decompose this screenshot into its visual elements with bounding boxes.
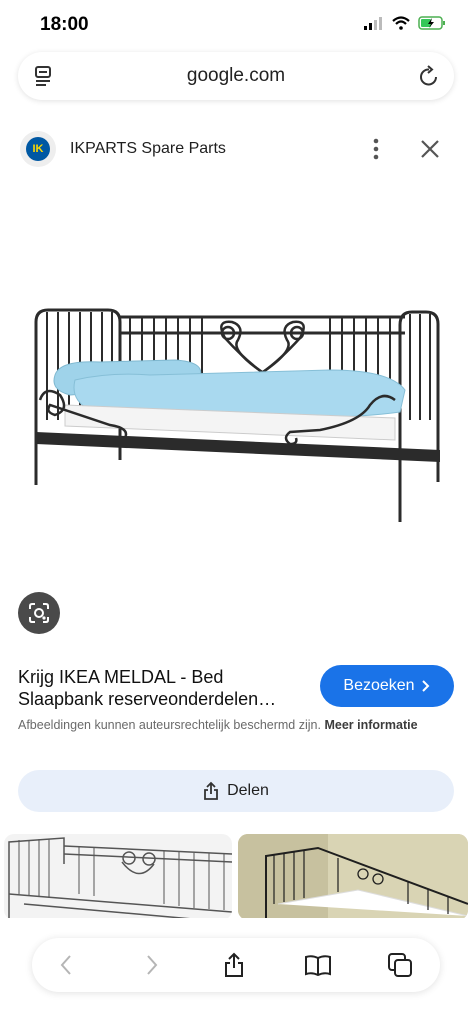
url-text[interactable]: google.com bbox=[18, 65, 454, 87]
result-title-line1: Krijg IKEA MELDAL - Bed bbox=[18, 667, 224, 687]
tabs-overview-icon[interactable] bbox=[386, 951, 414, 979]
product-image[interactable] bbox=[0, 200, 472, 580]
battery-charging-icon bbox=[418, 16, 445, 30]
copyright-notice: Afbeeldingen kunnen auteursrechtelijk be… bbox=[18, 716, 458, 734]
share-button[interactable]: Delen bbox=[18, 770, 454, 812]
share-icon[interactable] bbox=[220, 951, 248, 979]
more-vert-icon[interactable] bbox=[366, 137, 386, 161]
visit-button-label: Bezoeken bbox=[343, 677, 415, 694]
result-title-line2: Slaapbank reserveonderdelen… bbox=[18, 689, 277, 709]
close-icon[interactable] bbox=[418, 137, 442, 161]
share-icon bbox=[204, 781, 218, 800]
source-name[interactable]: IKPARTS Spare Parts bbox=[70, 140, 226, 158]
related-image[interactable] bbox=[238, 834, 468, 920]
lens-button[interactable] bbox=[18, 592, 60, 634]
related-image[interactable] bbox=[4, 834, 232, 920]
lens-icon bbox=[29, 603, 49, 623]
share-button-label: Delen bbox=[227, 782, 269, 799]
result-title[interactable]: Krijg IKEA MELDAL - Bed Slaapbank reserv… bbox=[18, 666, 308, 710]
signal-icon bbox=[364, 17, 382, 30]
visit-button[interactable]: Bezoeken bbox=[320, 665, 454, 707]
reload-icon[interactable] bbox=[418, 64, 440, 93]
address-bar[interactable]: google.com bbox=[18, 52, 454, 100]
wifi-icon bbox=[392, 16, 410, 30]
chevron-right-icon bbox=[421, 680, 429, 692]
more-info-link[interactable]: Meer informatie bbox=[324, 718, 417, 732]
back-icon[interactable] bbox=[52, 951, 80, 979]
source-logo-text: IK bbox=[32, 143, 44, 155]
status-time: 18:00 bbox=[40, 14, 89, 35]
notice-text: Afbeeldingen kunnen auteursrechtelijk be… bbox=[18, 718, 321, 732]
status-bar: 18:00 bbox=[0, 0, 472, 50]
browser-toolbar bbox=[32, 938, 440, 992]
bookmarks-icon[interactable] bbox=[304, 951, 332, 979]
bottom-bar bbox=[0, 918, 472, 1024]
source-logo: IK bbox=[20, 131, 56, 167]
source-header: IK IKPARTS Spare Parts bbox=[0, 124, 472, 174]
status-icons bbox=[364, 16, 446, 30]
forward-icon[interactable] bbox=[138, 951, 166, 979]
